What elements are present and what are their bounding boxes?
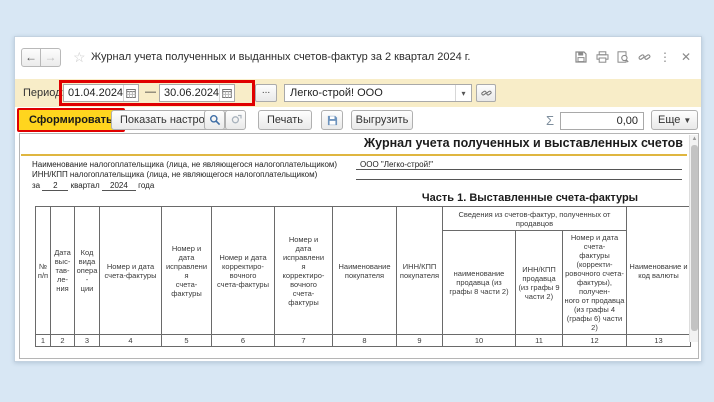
taxpayer-name-label: Наименование налогоплательщика (лица, не…: [32, 160, 338, 169]
col-num-11: 11: [515, 334, 563, 347]
search-icon: [209, 115, 220, 126]
group-header-sellers: Сведения из счетов-фактур, полученных от…: [442, 206, 627, 231]
col-header-10: наименование продавца (из графы 8 части …: [442, 230, 516, 335]
col-num-7: 7: [274, 334, 333, 347]
taxpayer-inn-value: [356, 170, 682, 180]
col-header-5: Номер и дата исправлени я счета- фактуры: [161, 206, 212, 335]
col-num-12: 12: [562, 334, 627, 347]
back-button[interactable]: ←: [21, 48, 41, 67]
chevron-down-icon: ▼: [683, 116, 692, 125]
search-next-icon: [231, 114, 242, 124]
chevron-down-icon[interactable]: ▾: [455, 85, 471, 101]
col-header-9: ИНН/КПП покупателя: [396, 206, 443, 335]
col-header-1: № п/п: [35, 206, 51, 335]
desktop-background: ← → ☆ Журнал учета полученных и выданных…: [0, 0, 714, 402]
year-value: 2024: [101, 181, 136, 191]
save-report-button[interactable]: [321, 110, 343, 130]
sigma-icon: Σ: [546, 113, 555, 128]
chain-icon: [480, 90, 492, 96]
period-label: Период:: [23, 87, 65, 99]
taxpayer-inn-label: ИНН/КПП налогоплательщика (лица, не явля…: [32, 170, 318, 179]
report-document: Журнал учета полученных и выставленных с…: [19, 133, 699, 359]
date-to-value: 30.06.2024: [164, 87, 220, 99]
period-row: Период: 01.04.2024 — 30.06.2024 ... Легк…: [15, 79, 701, 107]
close-icon[interactable]: ✕: [679, 50, 693, 64]
favorite-star-icon[interactable]: ☆: [73, 49, 86, 66]
col-header-13: Наименование и код валюты: [626, 206, 691, 335]
col-header-6: Номер и дата корректиро- вочного счета-ф…: [211, 206, 275, 335]
export-button[interactable]: Выгрузить: [351, 110, 413, 130]
more-button[interactable]: Еще ▼: [651, 110, 699, 130]
part1-title: Часть 1. Выставленные счета-фактуры: [421, 192, 639, 204]
col-header-11: ИНН/КПП продавца (из графы 9 части 2): [515, 230, 563, 335]
sum-field[interactable]: 0,00: [560, 112, 644, 130]
organization-field[interactable]: Легко-строй! ООО ▾: [284, 84, 472, 102]
scroll-up-icon[interactable]: ▲: [690, 135, 699, 144]
forward-icon: →: [44, 50, 57, 64]
col-num-9: 9: [396, 334, 443, 347]
floppy-icon: [327, 115, 337, 125]
col-num-8: 8: [332, 334, 397, 347]
window-actions: ⋮ ✕: [574, 50, 693, 64]
save-icon[interactable]: [574, 50, 588, 64]
more-options-icon[interactable]: ⋮: [658, 50, 672, 64]
date-from-field[interactable]: 01.04.2024: [63, 84, 139, 102]
period-options-button[interactable]: ...: [255, 84, 277, 102]
organization-value: Легко-строй! ООО: [290, 87, 383, 99]
col-header-4: Номер и дата счета-фактуры: [99, 206, 162, 335]
vertical-scrollbar[interactable]: ▲: [689, 135, 698, 342]
back-icon: ←: [25, 50, 37, 64]
sum-value: 0,00: [616, 115, 638, 127]
search-button[interactable]: [204, 110, 225, 130]
col-header-8: Наименование покупателя: [332, 206, 397, 335]
print-icon[interactable]: [595, 50, 609, 64]
report-title: Журнал учета полученных и выставленных с…: [363, 136, 683, 150]
preview-icon[interactable]: [616, 50, 630, 64]
period-dash: —: [145, 86, 156, 98]
organization-link-button[interactable]: [476, 84, 496, 102]
col-num-4: 4: [99, 334, 162, 347]
date-from-value: 01.04.2024: [68, 87, 124, 99]
link-icon[interactable]: [637, 50, 651, 64]
date-to-field[interactable]: 30.06.2024: [159, 84, 235, 102]
generate-button[interactable]: Сформировать: [17, 108, 125, 132]
col-num-13: 13: [626, 334, 691, 347]
title-separator: [21, 154, 687, 156]
title-bar: ← → ☆ Журнал учета полученных и выданных…: [15, 37, 701, 79]
col-header-2: Дата выс- тав- ле- ния: [50, 206, 75, 335]
taxpayer-name-value: ООО "Легко-строй!": [356, 160, 682, 170]
col-header-12: Номер и дата счета- фактуры (корректи- р…: [562, 230, 627, 335]
col-num-2: 2: [50, 334, 75, 347]
calendar-icon[interactable]: [219, 85, 234, 101]
col-header-7: Номер и дата исправлени я корректиро- во…: [274, 206, 333, 335]
col-num-1: 1: [35, 334, 51, 347]
quarter-line: за 2 квартал 2024 года: [32, 181, 155, 191]
invoice-journal-table: № п/п Дата выс- тав- ле- ния Код вида оп…: [35, 206, 691, 347]
col-num-6: 6: [211, 334, 275, 347]
window-title: Журнал учета полученных и выданных счето…: [91, 51, 471, 63]
col-num-3: 3: [74, 334, 100, 347]
col-header-3: Код вида опера - ции: [74, 206, 100, 335]
calendar-icon[interactable]: [123, 85, 138, 101]
scrollbar-thumb[interactable]: [691, 145, 698, 331]
search-next-button[interactable]: [225, 110, 246, 130]
quarter-value: 2: [42, 181, 69, 191]
history-nav: ← →: [21, 48, 61, 67]
report-toolbar: Сформировать Показать настройки Печать В…: [15, 107, 701, 133]
report-window: ← → ☆ Журнал учета полученных и выданных…: [14, 36, 702, 362]
col-num-5: 5: [161, 334, 212, 347]
col-num-10: 10: [442, 334, 516, 347]
print-button[interactable]: Печать: [258, 110, 312, 130]
forward-button[interactable]: →: [41, 48, 61, 67]
